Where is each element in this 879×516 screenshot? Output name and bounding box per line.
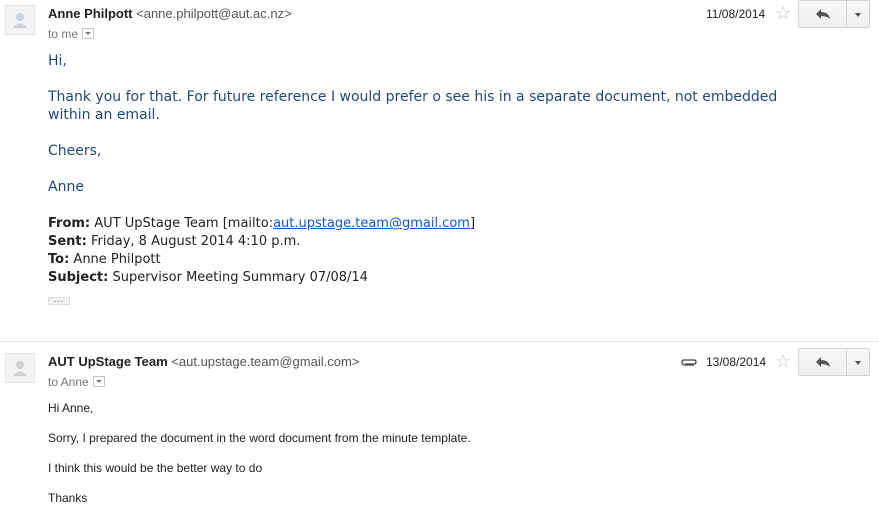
paperclip-icon [680,354,698,370]
message-2: AUT UpStage Team <aut.upstage.team@gmail… [0,348,879,516]
star-icon[interactable]: ☆ [775,4,791,22]
quoted-subject: Subject: Supervisor Meeting Summary 07/0… [48,270,368,285]
recipient-label: to Anne [48,375,89,389]
subject-value: Supervisor Meeting Summary 07/08/14 [112,270,368,285]
star-icon[interactable]: ☆ [775,352,791,370]
show-trimmed-content-button[interactable]: ... [48,295,70,305]
from-label: From: [48,216,91,231]
recipient-label: to me [48,27,79,41]
sender[interactable]: Anne Philpott <anne.philpott@aut.ac.nz> [48,6,292,21]
message-date: 13/08/2014 [706,355,767,369]
from-close: ] [469,216,476,231]
body-line: Anne [48,179,84,195]
more-options-button[interactable] [847,348,870,376]
reply-icon [815,357,830,367]
body-line: Hi, [48,53,67,69]
from-value: AUT UpStage Team [mailto: [94,216,274,231]
recipient-details-toggle[interactable] [92,376,105,388]
body-line: Cheers, [48,143,102,159]
body-line: Thank you for that. For future reference… [48,89,778,105]
avatar[interactable] [5,5,35,35]
avatar[interactable] [5,353,35,383]
recipient[interactable]: to me [48,27,95,41]
reply-icon [815,9,830,19]
more-options-button[interactable] [847,0,870,28]
to-value: Anne Philpott [73,252,161,267]
sender-name: AUT UpStage Team [48,354,168,369]
quoted-from: From: AUT UpStage Team [mailto:aut.upsta… [48,216,475,231]
quoted-to: To: Anne Philpott [48,252,161,267]
body-line: Sorry, I prepared the document in the wo… [48,431,471,445]
sender-email: <aut.upstage.team@gmail.com> [171,354,360,369]
message-divider [0,341,879,342]
sent-label: Sent: [48,234,87,249]
message-date: 11/08/2014 [706,7,766,21]
quoted-sent: Sent: Friday, 8 August 2014 4:10 p.m. [48,234,300,249]
body-line: within an email. [48,107,160,123]
body-line: I think this would be the better way to … [48,461,263,475]
body-line: Hi Anne, [48,401,94,415]
recipient-details-toggle[interactable] [82,28,95,40]
reply-button[interactable] [798,0,847,28]
reply-button[interactable] [798,348,847,376]
message-1: Anne Philpott <anne.philpott@aut.ac.nz> … [0,0,879,340]
body-line: Thanks [48,491,88,505]
reply-button-group [798,0,870,28]
reply-button-group [798,348,870,376]
subject-label: Subject: [48,270,109,285]
sender-email: <anne.philpott@aut.ac.nz> [136,6,292,21]
sender[interactable]: AUT UpStage Team <aut.upstage.team@gmail… [48,354,359,369]
sent-value: Friday, 8 August 2014 4:10 p.m. [91,234,301,249]
person-icon [13,13,27,28]
from-email-link[interactable]: aut.upstage.team@gmail.com [273,216,470,231]
person-icon [13,361,27,376]
sender-name: Anne Philpott [48,6,133,21]
to-label: To: [48,252,70,267]
recipient[interactable]: to Anne [48,375,105,389]
